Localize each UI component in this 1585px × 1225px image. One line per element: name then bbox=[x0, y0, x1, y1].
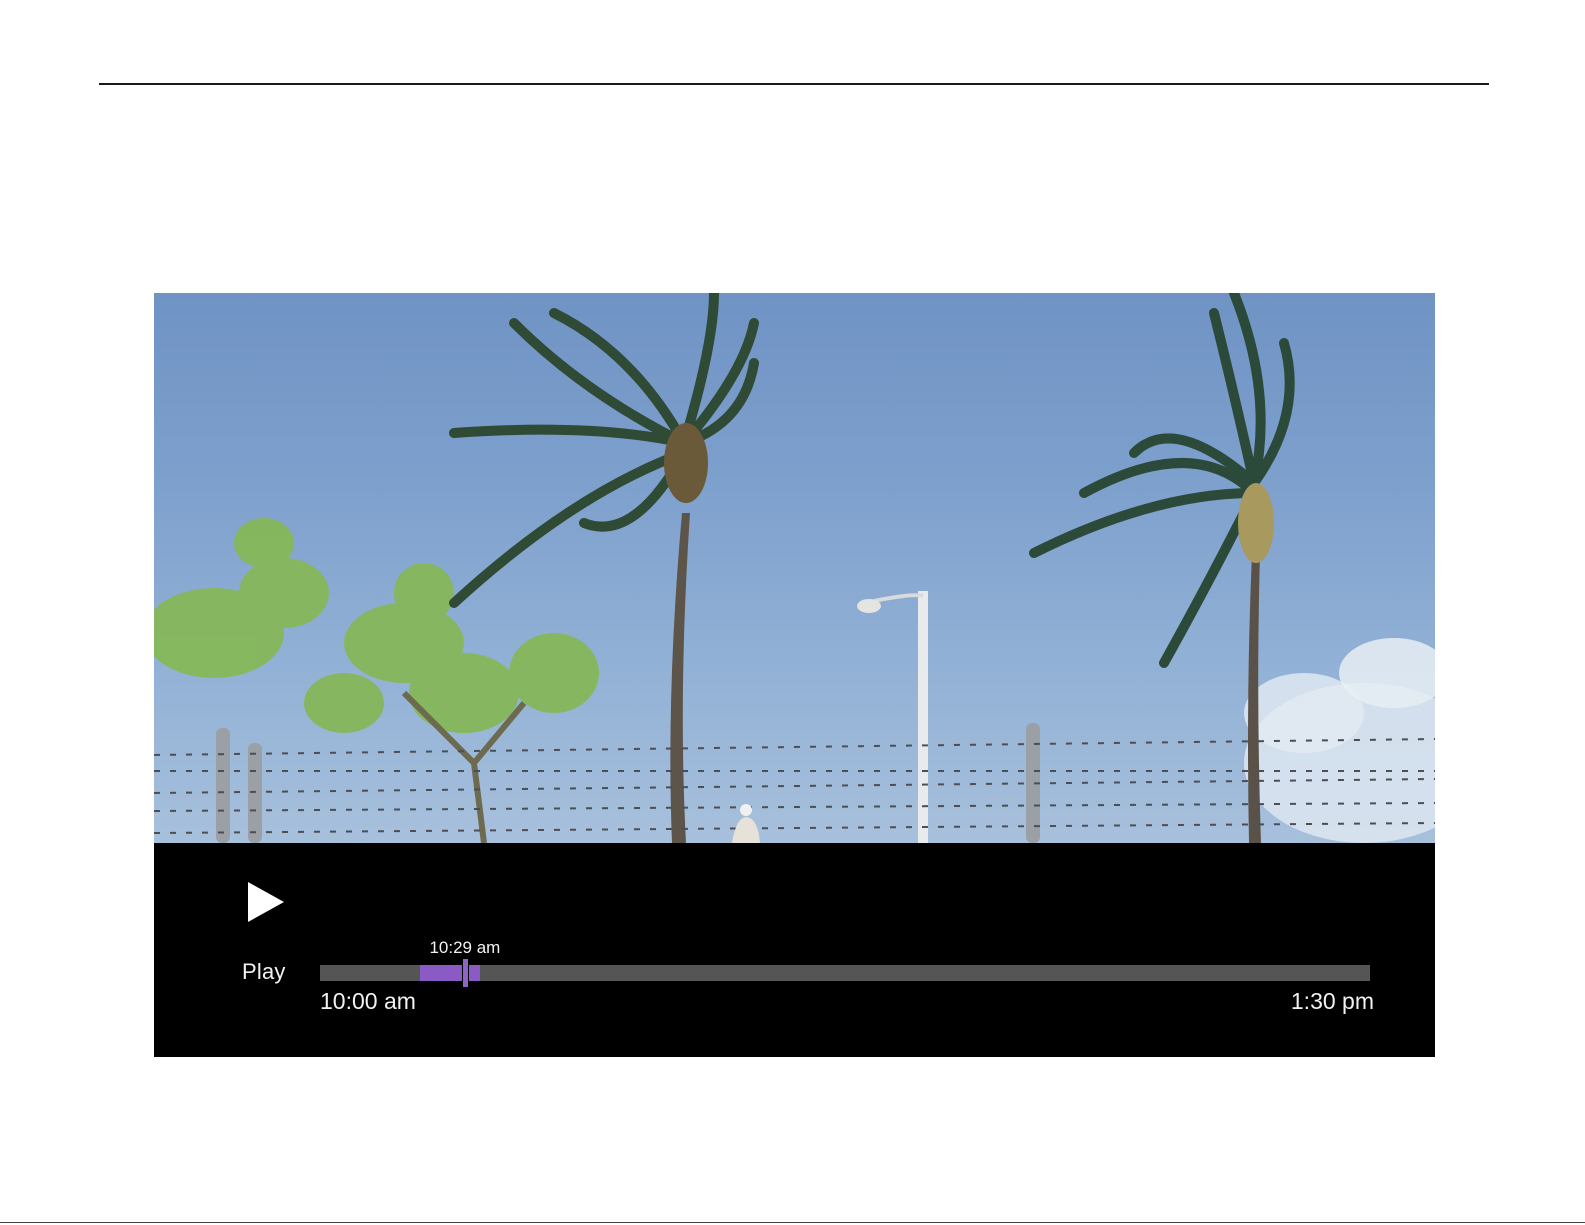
video-player[interactable]: Play 10:29 am 10:00 am 1:30 pm bbox=[154, 293, 1435, 1057]
top-divider bbox=[99, 83, 1489, 85]
start-time-label: 10:00 am bbox=[320, 988, 416, 1014]
video-scene bbox=[154, 293, 1435, 843]
progress-track[interactable] bbox=[320, 959, 1370, 987]
end-time-label: 1:30 pm bbox=[1290, 988, 1374, 1014]
video-frame bbox=[154, 293, 1435, 843]
progress-buffered-segment bbox=[419, 965, 480, 981]
playhead-handle[interactable] bbox=[461, 959, 469, 987]
current-time-label: 10:29 am bbox=[429, 938, 501, 957]
playback-controls: Play 10:29 am 10:00 am 1:30 pm bbox=[154, 843, 1435, 1057]
play-icon[interactable] bbox=[246, 880, 286, 924]
bottom-divider bbox=[0, 1222, 1585, 1223]
play-label: Play bbox=[242, 959, 286, 984]
